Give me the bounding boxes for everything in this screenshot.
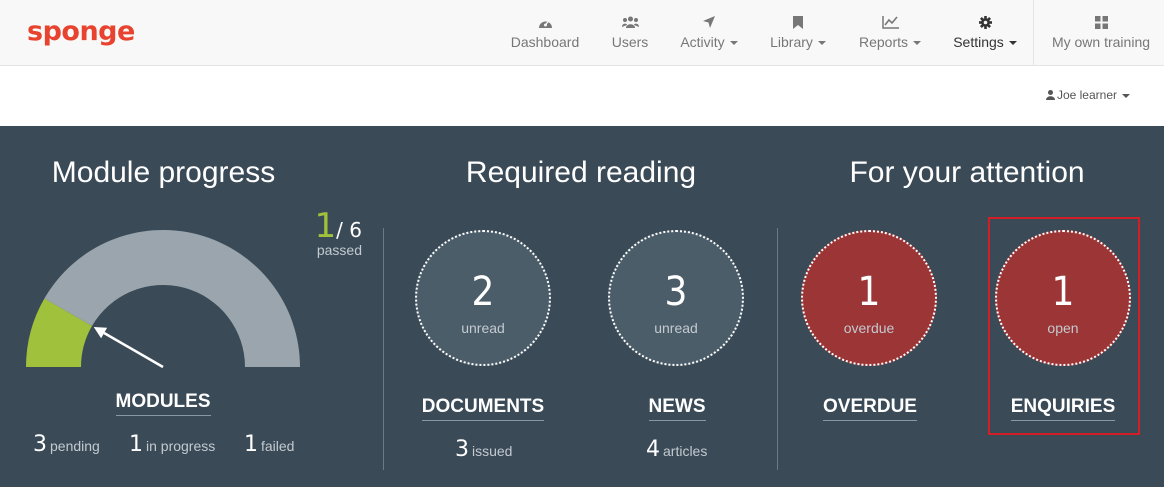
modules-pending: 3 pending — [33, 432, 100, 457]
documents-unread-count: 2 — [471, 269, 495, 315]
documents-issued: 3 issued — [455, 437, 513, 462]
nav-reports[interactable]: Reports — [854, 0, 926, 65]
module-gauge — [26, 230, 300, 369]
bookmark-icon — [765, 14, 831, 30]
user-name: Joe learner — [1056, 88, 1117, 102]
news-unread-label: unread — [654, 320, 698, 336]
user-bar: Joe learner — [0, 66, 1164, 126]
news-unread-count: 3 — [664, 269, 688, 315]
passed-count: 1 — [314, 206, 337, 246]
chevron-down-icon — [1008, 41, 1017, 46]
section-divider — [383, 228, 384, 470]
chevron-down-icon — [1122, 93, 1130, 98]
documents-circle[interactable]: 2 unread — [415, 230, 551, 366]
gear-icon — [949, 14, 1021, 30]
nav-divider — [1033, 0, 1034, 65]
user-icon — [1045, 90, 1055, 100]
line-chart-icon — [854, 14, 926, 30]
documents-link[interactable]: DOCUMENTS — [403, 396, 563, 421]
chevron-down-icon — [817, 41, 826, 46]
total-modules: / 6 — [336, 218, 362, 242]
modules-failed: 1 failed — [244, 432, 295, 457]
chevron-down-icon — [729, 41, 738, 46]
enquiries-highlight-box — [988, 217, 1140, 435]
news-articles: 4 articles — [646, 437, 708, 462]
chevron-down-icon — [913, 41, 922, 46]
nav-activity-label: Activity — [675, 34, 743, 50]
overdue-circle[interactable]: 1 overdue — [801, 230, 937, 366]
nav-dashboard-label: Dashboard — [510, 34, 580, 50]
overdue-label: overdue — [843, 320, 895, 336]
dashboard-icon — [506, 14, 584, 30]
nav-users-label: Users — [611, 34, 649, 50]
required-reading-title: Required reading — [465, 156, 697, 189]
documents-unread-label: unread — [461, 320, 505, 336]
news-link[interactable]: NEWS — [597, 396, 757, 421]
sponge-logo[interactable]: sponge — [27, 16, 135, 47]
grid-icon — [1044, 14, 1158, 30]
location-arrow-icon — [675, 14, 743, 30]
user-menu[interactable]: Joe learner — [1045, 88, 1130, 102]
nav-library-label: Library — [765, 34, 831, 50]
modules-link[interactable]: MODULES — [13, 391, 313, 416]
nav-settings-label: Settings — [949, 34, 1021, 50]
module-progress-title: Module progress — [51, 156, 276, 189]
overdue-count: 1 — [857, 269, 881, 315]
section-divider — [777, 228, 778, 470]
news-circle[interactable]: 3 unread — [608, 230, 744, 366]
nav-users[interactable]: Users — [606, 0, 654, 65]
nav-dashboard[interactable]: Dashboard — [506, 0, 584, 65]
nav-my-own-training[interactable]: My own training — [1044, 0, 1158, 65]
nav-settings[interactable]: Settings — [949, 0, 1021, 65]
nav-my-own-training-label: My own training — [1051, 34, 1151, 50]
gauge-needle — [103, 331, 164, 369]
passed-label: passed — [316, 242, 362, 258]
nav-activity[interactable]: Activity — [675, 0, 743, 65]
nav-library[interactable]: Library — [765, 0, 831, 65]
modules-passed: 1/ 6 passed — [300, 206, 362, 258]
users-icon — [606, 14, 654, 30]
modules-in-progress: 1 in progress — [129, 432, 216, 457]
attention-title: For your attention — [849, 156, 1085, 189]
overdue-link[interactable]: OVERDUE — [790, 396, 950, 421]
top-navbar: sponge Dashboard Users Activity Library … — [0, 0, 1164, 66]
nav-reports-label: Reports — [854, 34, 926, 50]
